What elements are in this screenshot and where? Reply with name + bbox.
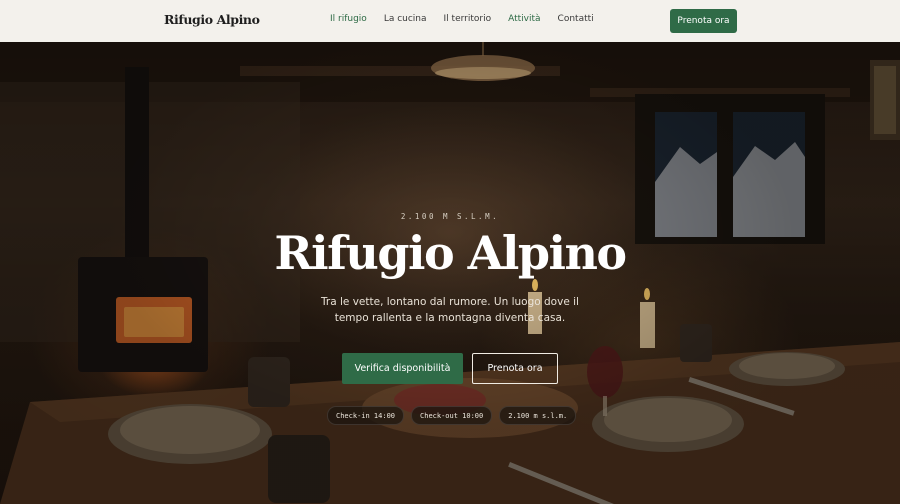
nav-link-contatti[interactable]: Contatti [558, 14, 594, 24]
hero-title: Rifugio Alpino [274, 226, 627, 280]
brand-logo[interactable]: Rifugio Alpino [164, 12, 260, 27]
header-book-button[interactable]: Prenota ora [670, 9, 737, 33]
nav-link-la-cucina[interactable]: La cucina [384, 14, 427, 24]
check-availability-button[interactable]: Verifica disponibilità [342, 353, 463, 384]
check-in-chip: Check-in 14:00 [327, 406, 405, 425]
hero-altitude-eyebrow: 2.100 M S.L.M. [400, 212, 500, 221]
info-chips: Check-in 14:00 Check-out 10:00 2.100 m s… [327, 406, 583, 425]
nav-link-il-rifugio[interactable]: Il rifugio [330, 14, 367, 24]
altitude-chip: 2.100 m s.l.m. [499, 406, 577, 425]
hero-section: 2.100 M S.L.M. Rifugio Alpino Tra le vet… [0, 42, 900, 504]
nav-link-attivita[interactable]: Attività [508, 14, 540, 24]
check-out-chip: Check-out 10:00 [411, 406, 493, 425]
hero-subtitle: Tra le vette, lontano dal rumore. Un luo… [321, 296, 579, 324]
nav-link-il-territorio[interactable]: Il territorio [444, 14, 492, 24]
hero-book-button[interactable]: Prenota ora [472, 353, 558, 384]
site-header: Rifugio Alpino Il rifugio La cucina Il t… [0, 0, 900, 42]
main-nav: Il rifugio La cucina Il territorio Attiv… [330, 14, 611, 24]
